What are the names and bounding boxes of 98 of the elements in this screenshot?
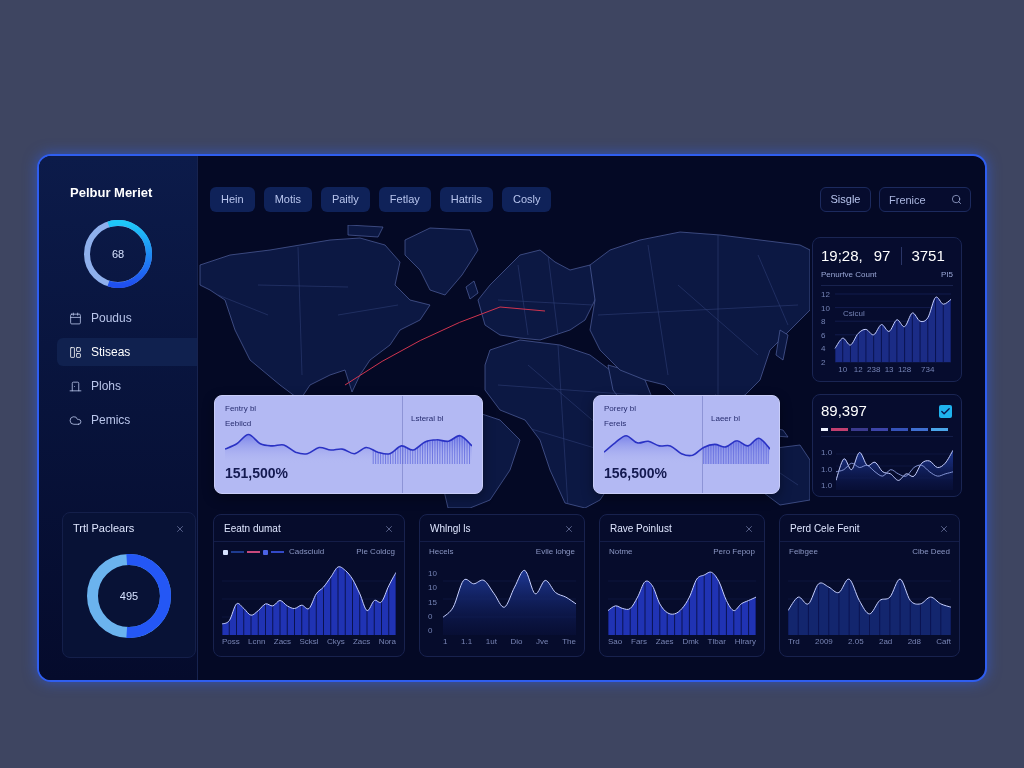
axis-label: Trd xyxy=(788,637,800,647)
chart-note: Evlle lohge xyxy=(535,547,575,557)
chart-subtitle: Feibgee xyxy=(789,547,818,557)
axis-label: 2d8 xyxy=(907,637,921,647)
metric-value: 156,500% xyxy=(604,465,669,481)
axis-label: Zacs xyxy=(273,637,292,647)
gauge-value: 68 xyxy=(111,246,125,262)
axis-label: Scksl xyxy=(299,637,319,647)
axis-label: 0 xyxy=(428,611,434,621)
card-title: Perd Cele Fenit xyxy=(790,522,860,535)
axis-label: 10 xyxy=(428,569,438,578)
metric-sublabel: Eebilcd xyxy=(225,419,253,429)
layout-icon xyxy=(69,345,82,359)
close-icon[interactable] xyxy=(175,523,185,534)
axis-label: 2.05 xyxy=(848,637,864,647)
cloud-icon xyxy=(69,413,82,427)
door-icon xyxy=(69,379,82,393)
metric-sublabel: Fereis xyxy=(604,419,628,429)
search-field[interactable]: Frenice xyxy=(879,187,971,212)
tab[interactable]: Cosly xyxy=(501,187,552,212)
tab[interactable]: Hein xyxy=(210,187,255,212)
axis-label: 1ut xyxy=(485,637,497,647)
axis-label: 10 xyxy=(838,365,848,374)
calendar-icon xyxy=(69,311,82,325)
chart-note: Cibe Deed xyxy=(912,547,950,557)
axis-label: 8 xyxy=(821,317,826,327)
stat-value: 3751 xyxy=(901,247,945,265)
card-title: Whlngl ls xyxy=(430,522,471,535)
chart-note: Pie Coldcg xyxy=(356,547,395,557)
tab[interactable]: Hatrils xyxy=(439,187,493,212)
stat-code: PI5 xyxy=(941,270,953,280)
balance-value: 89,397 xyxy=(821,402,867,420)
axis-label: 2ad xyxy=(878,637,893,647)
stat-value: 97 xyxy=(873,247,891,265)
axis-label: 0 xyxy=(428,626,434,635)
axis-label: 12 xyxy=(821,290,830,299)
gauge-value: 495 xyxy=(119,588,139,604)
axis-label: Nora xyxy=(378,637,396,647)
widget-title: Trtl Paclears xyxy=(73,522,135,535)
axis-label: Dio xyxy=(510,637,523,647)
axis-label: The xyxy=(562,637,576,647)
stat-value: 19;28, xyxy=(821,247,863,265)
close-icon[interactable] xyxy=(744,523,754,534)
axis-label: 10 xyxy=(428,583,438,593)
close-icon[interactable] xyxy=(939,523,949,534)
axis-label: 2 xyxy=(821,358,826,367)
axis-label: Zaes xyxy=(655,637,674,647)
card-title: Rave Poinlust xyxy=(610,522,672,535)
axis-label: 6 xyxy=(821,330,826,340)
axis-label: Dmk xyxy=(682,637,699,647)
axis-label: 1 xyxy=(443,637,448,647)
axis-label: 2009 xyxy=(815,637,833,647)
axis-label: Caft xyxy=(936,637,951,647)
chart-note: Pero Fepop xyxy=(713,547,755,557)
tab[interactable]: Paitly xyxy=(320,187,370,212)
axis-label: 12 xyxy=(853,365,863,374)
axis-label: 1.0 xyxy=(821,464,833,474)
metric-label: Fentry bl xyxy=(225,404,258,414)
tab[interactable]: Motis xyxy=(263,187,312,212)
axis-label: 13 xyxy=(884,365,894,374)
nav-item[interactable]: Pemics xyxy=(57,406,197,434)
axis-label: Ckys xyxy=(326,637,345,647)
axis-label: Hlrary xyxy=(734,637,756,647)
metric-label: Porery bl xyxy=(604,404,637,414)
nav-item[interactable]: Stiseas xyxy=(57,338,197,366)
axis-label: Jve xyxy=(536,637,549,647)
stat-label: Penurfve Count xyxy=(821,270,877,280)
metric-label: Laeer bl xyxy=(711,414,740,423)
axis-label: Zacs xyxy=(352,637,371,647)
axis-label: Lcnn xyxy=(248,637,266,647)
axis-label: 1.1 xyxy=(461,637,473,647)
close-icon[interactable] xyxy=(564,523,574,534)
chart-label: Csicul xyxy=(843,309,865,318)
checkbox[interactable] xyxy=(939,404,952,418)
sidebar-title: Pelbur Meriet xyxy=(69,184,154,201)
card-title: Eeatn dumat xyxy=(224,522,281,535)
chart-subtitle: Notme xyxy=(609,547,633,557)
axis-label: 1.0 xyxy=(821,448,833,457)
axis-label: 15 xyxy=(428,597,438,607)
close-icon[interactable] xyxy=(384,523,394,534)
axis-label: Fars xyxy=(631,637,647,647)
nav-item[interactable]: Poudus xyxy=(57,304,197,332)
axis-label: Poss xyxy=(222,637,240,647)
axis-label: Tlbar xyxy=(707,637,726,647)
axis-label: 238 xyxy=(867,365,881,374)
chart-subtitle: Hecels xyxy=(429,547,454,557)
axis-label: 10 xyxy=(821,303,830,313)
axis-label: 4 xyxy=(821,344,826,354)
nav-item[interactable]: Plohs xyxy=(57,372,197,400)
axis-label: 128 xyxy=(897,365,912,374)
metric-label: Lsteral bl xyxy=(411,414,444,423)
metric-value: 151,500% xyxy=(225,465,290,481)
axis-label: Sao xyxy=(608,637,623,647)
legend-label: Cadsciuld xyxy=(289,547,325,557)
toolbar-button[interactable]: Sisgle xyxy=(820,187,871,212)
axis-label: 1.0 xyxy=(821,481,833,490)
axis-label: 734 xyxy=(921,365,935,374)
tab[interactable]: Fetlay xyxy=(378,187,431,212)
